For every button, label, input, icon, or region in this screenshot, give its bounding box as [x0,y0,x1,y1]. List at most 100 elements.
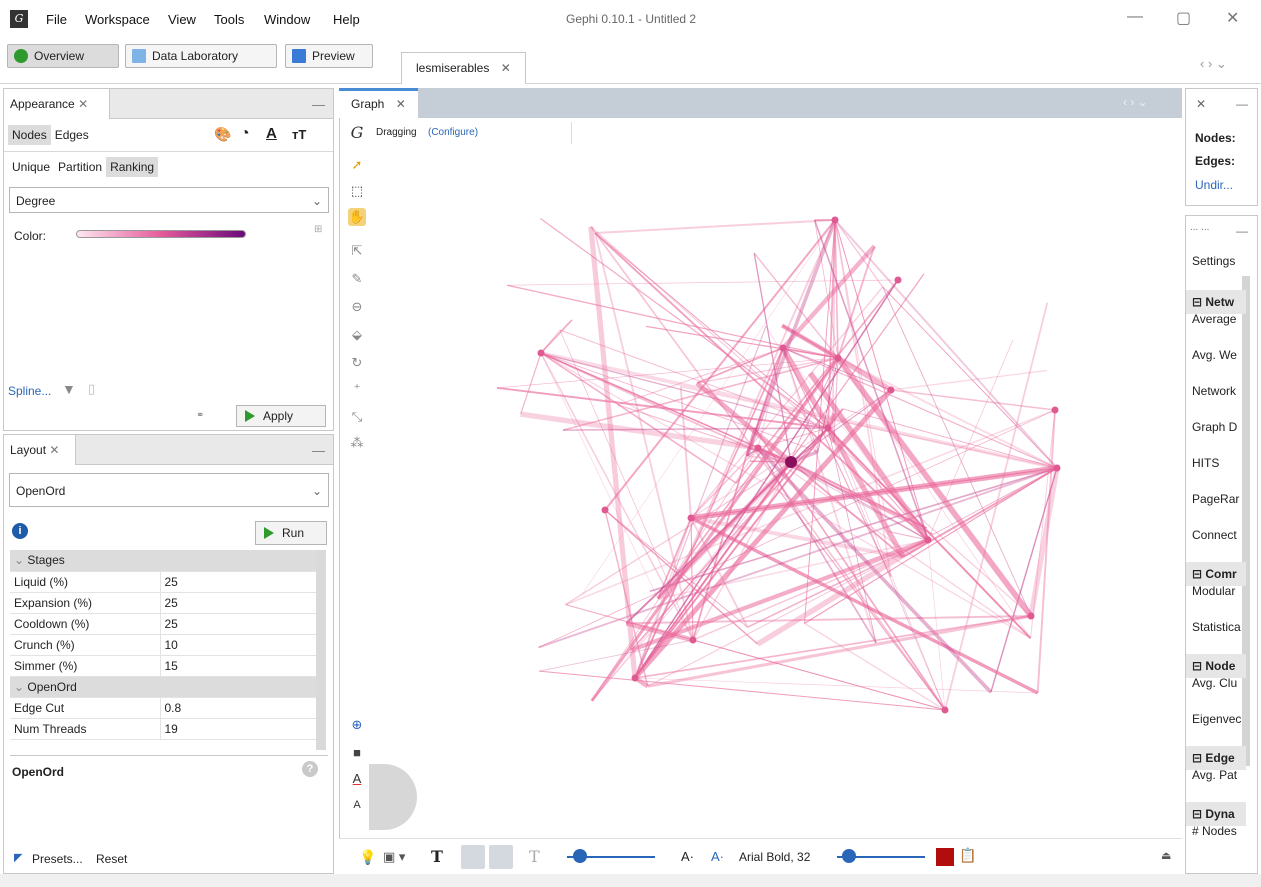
pointer-icon[interactable]: ➚ [348,156,366,174]
lightbulb-icon[interactable]: 💡 [359,849,376,866]
property-row[interactable]: Crunch (%) 10 [10,634,316,656]
help-icon[interactable]: ? [302,761,318,777]
overview-button[interactable]: Overview [7,44,119,68]
rotate-icon[interactable]: ↻ [348,354,366,372]
group-stages[interactable]: ⌄ Stages [10,550,316,572]
info-icon[interactable]: i [12,523,28,539]
property-row[interactable]: Edge Cut 0.8 [10,697,316,719]
graph-node[interactable] [687,514,695,522]
decrease-label-size-icon[interactable]: A· [681,849,694,864]
graph-node[interactable] [894,276,902,284]
data-laboratory-button[interactable]: Data Laboratory [125,44,277,68]
menu-window[interactable]: Window [264,12,310,27]
tab-partition[interactable]: Partition [54,157,106,177]
color-palette-icon[interactable]: 🎨 [214,126,231,143]
close-tab-icon[interactable]: ✕ [501,61,511,75]
property-value[interactable]: 25 [160,592,316,614]
label-size-icon[interactable]: A [348,796,366,814]
zoom-fit-icon[interactable]: ⊕ [348,716,366,734]
graph-node[interactable] [537,349,545,357]
size-tool-icon[interactable]: ⊖ [348,298,366,316]
add-node-icon[interactable]: ⁺ [348,380,366,398]
property-row[interactable]: Liquid (%) 25 [10,571,316,593]
property-value[interactable]: 19 [160,718,316,740]
pointer-question-icon[interactable]: ⇱ [348,242,366,260]
tab-graph[interactable]: Graph ✕ [339,88,418,118]
show-labels-icon[interactable]: T [431,847,443,866]
slider-thumb[interactable] [842,849,856,863]
close-panel-icon[interactable]: ✕ [1196,97,1206,111]
tab-appearance[interactable]: Appearance ✕ [4,89,110,119]
stats-section-header[interactable]: ⊟ Dyna [1186,802,1246,826]
property-row[interactable]: Cooldown (%) 25 [10,613,316,635]
screenshot-icon[interactable]: ▣ ▾ [383,849,405,865]
properties-scrollbar[interactable] [316,550,326,750]
close-window-icon[interactable]: ✕ [1226,8,1239,28]
reset-button[interactable]: Reset [96,852,127,866]
menu-help[interactable]: Help [333,12,360,27]
graph-node[interactable] [887,386,895,394]
run-button[interactable]: Run [255,521,327,545]
maximize-window-icon[interactable]: ▢ [1176,8,1191,28]
hand-icon[interactable]: ✋ [348,208,366,226]
minimize-panel-icon[interactable]: — [312,443,325,458]
add-edge-icon[interactable]: ⤡ [348,408,366,426]
rectangle-select-icon[interactable]: ⬚ [348,182,366,200]
minimize-panel-icon[interactable]: — [312,97,325,112]
graph-node[interactable] [1027,612,1035,620]
label-color-swatch[interactable] [936,848,954,866]
paint-bucket-icon[interactable]: ⬙ [348,326,366,344]
stats-section-header[interactable]: ⊟ Netw [1186,290,1246,314]
tab-unique[interactable]: Unique [8,157,54,177]
link-icon[interactable]: ⚭ [196,410,204,421]
settings-button[interactable]: Settings [1192,254,1235,268]
graph-canvas[interactable] [369,148,1182,838]
collapse-toolbar-icon[interactable]: ⏏ [1161,849,1171,862]
slider-thumb[interactable] [573,849,587,863]
property-row[interactable]: Num Threads 19 [10,718,316,740]
close-tab-icon[interactable]: ✕ [396,97,406,111]
tab-ranking[interactable]: Ranking [106,157,159,177]
preview-button[interactable]: Preview [285,44,373,68]
menu-workspace[interactable]: Workspace [85,12,150,27]
graph-node[interactable] [834,354,842,362]
layout-algorithm-select[interactable]: OpenOrd ⌄ [9,473,329,507]
tab-nav-arrows-icon[interactable]: ‹ › ⌄ [1123,95,1148,109]
graph-node[interactable] [601,506,609,514]
color-gradient-bar[interactable] [76,230,246,238]
apply-button[interactable]: Apply [236,405,326,427]
ranking-attribute-select[interactable]: Degree ⌄ [9,187,329,213]
edge-visibility-icon[interactable] [461,845,485,869]
configure-link[interactable]: (Configure) [428,127,478,138]
network-graph[interactable] [373,148,1182,838]
group-openord[interactable]: ⌄ OpenOrd [10,676,316,698]
graph-node[interactable] [924,536,932,544]
property-value[interactable]: 0.8 [160,697,316,719]
stats-section-header[interactable]: ⊟ Comr [1186,562,1246,586]
workspace-tab[interactable]: lesmiserables ✕ [401,52,526,84]
stats-section-header[interactable]: ⊟ Edge [1186,746,1246,770]
graph-node[interactable] [779,344,787,352]
menu-file[interactable]: File [46,12,67,27]
palette-grid-icon[interactable]: ⊞ [314,224,322,235]
label-color-icon[interactable]: A [348,770,366,788]
presets-button[interactable]: Presets... [32,852,83,866]
filter-icon[interactable]: ▼ [62,381,76,397]
close-tab-icon[interactable]: ✕ [78,97,88,111]
size-icon[interactable]: ◔ [240,125,250,143]
copy-icon[interactable]: ▯ [88,381,95,397]
shortest-path-icon[interactable]: ⁂ [348,434,366,452]
spline-link[interactable]: Spline... [8,384,51,398]
minimize-window-icon[interactable]: — [1127,8,1143,26]
label-font-button[interactable]: Arial Bold, 32 [739,850,810,864]
menu-view[interactable]: View [168,12,196,27]
tab-edges[interactable]: Edges [51,125,93,145]
edge-labels-icon[interactable]: T [529,847,540,866]
property-value[interactable]: 25 [160,571,316,593]
pencil-icon[interactable]: ✎ [348,270,366,288]
minimize-panel-icon[interactable]: — [1236,97,1248,111]
property-value[interactable]: 25 [160,613,316,635]
property-value[interactable]: 15 [160,655,316,677]
property-row[interactable]: Simmer (%) 15 [10,655,316,677]
graph-node[interactable] [754,444,762,452]
